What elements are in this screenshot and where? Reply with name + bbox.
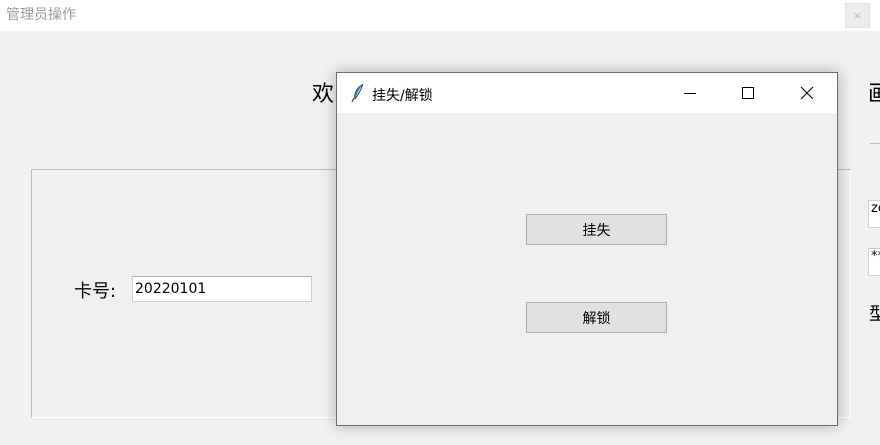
card-number-label: 卡号: [74,281,117,302]
minimize-icon [684,93,696,94]
right-username-field[interactable]: zc [868,200,880,228]
feather-icon [351,83,364,103]
close-icon [800,86,814,100]
right-password-field[interactable]: ** [868,248,880,276]
heading-right-fragment: 画 [868,82,880,107]
dialog-titlebar[interactable]: 挂失/解锁 [337,73,837,113]
maximize-icon [742,87,754,99]
right-divider-top [870,143,880,144]
background-close-button[interactable]: × [845,3,870,28]
maximize-button[interactable] [719,73,777,113]
close-button[interactable] [778,73,836,113]
minimize-button[interactable] [661,73,719,113]
report-lost-unlock-dialog: 挂失/解锁 挂失 解锁 [336,72,838,426]
dialog-title: 挂失/解锁 [372,88,433,104]
report-lost-button[interactable]: 挂失 [526,214,667,245]
background-window-title: 管理员操作 [6,7,76,23]
right-type-label: 型 [869,304,880,325]
welcome-heading: 欢 [312,82,335,107]
unlock-button[interactable]: 解锁 [526,302,667,333]
close-icon: × [852,9,863,22]
background-window-titlebar: 管理员操作 × [0,0,880,31]
card-number-input[interactable] [132,276,312,302]
